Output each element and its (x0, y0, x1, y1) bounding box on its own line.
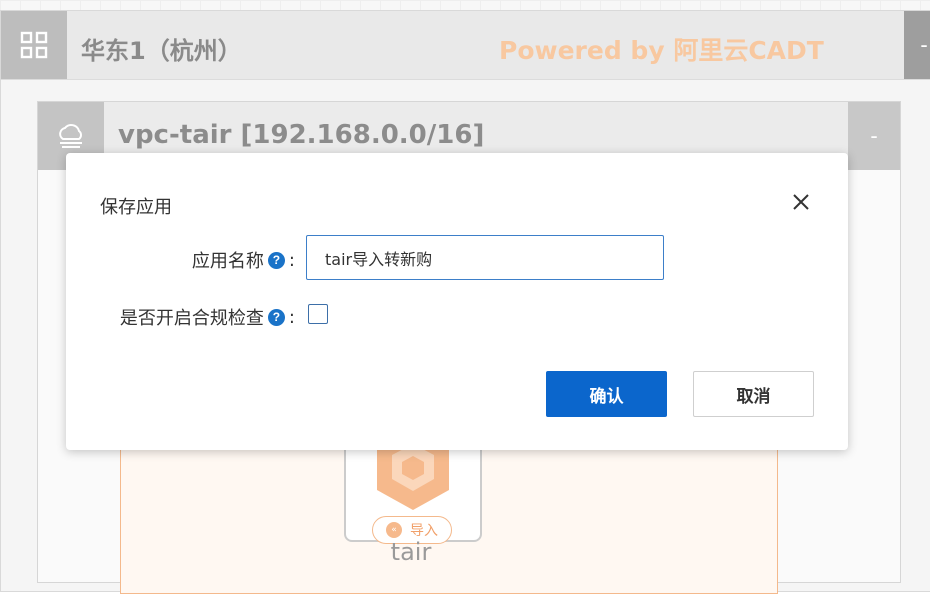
compliance-label: 是否开启合规检查 ? : (120, 304, 295, 330)
region-collapse-button[interactable]: - (904, 11, 930, 79)
compliance-label-text: 是否开启合规检查 (119, 308, 264, 329)
dialog-title: 保存应用 (100, 197, 172, 218)
app-name-input[interactable] (306, 235, 664, 280)
vpc-collapse-button[interactable]: - (848, 102, 900, 170)
import-arrow-icon: « (386, 522, 402, 538)
powered-by-watermark: Powered by 阿里云CADT (499, 36, 824, 65)
app-name-label-text: 应用名称 (191, 251, 264, 272)
help-icon[interactable]: ? (267, 251, 285, 269)
app-name-label: 应用名称 ? : (192, 247, 295, 273)
help-icon[interactable]: ? (267, 308, 285, 326)
region-header: 华东1（杭州） Powered by 阿里云CADT - (1, 11, 930, 80)
cancel-button[interactable]: 取消 (693, 371, 814, 417)
compliance-checkbox[interactable] (308, 304, 328, 324)
colon: : (288, 249, 295, 271)
save-app-dialog: 保存应用 应用名称 ? : 是否开启合规检查 ? : 确认 取消 (66, 153, 848, 450)
confirm-button[interactable]: 确认 (546, 371, 667, 417)
grid-icon[interactable] (1, 11, 67, 79)
import-label: 导入 (410, 523, 438, 539)
close-icon[interactable] (788, 189, 814, 215)
node-label: tair (390, 538, 432, 566)
vpc-title: vpc-tair [192.168.0.0/16] (118, 120, 485, 150)
region-title: 华东1（杭州） (81, 37, 242, 65)
colon: : (288, 306, 295, 328)
